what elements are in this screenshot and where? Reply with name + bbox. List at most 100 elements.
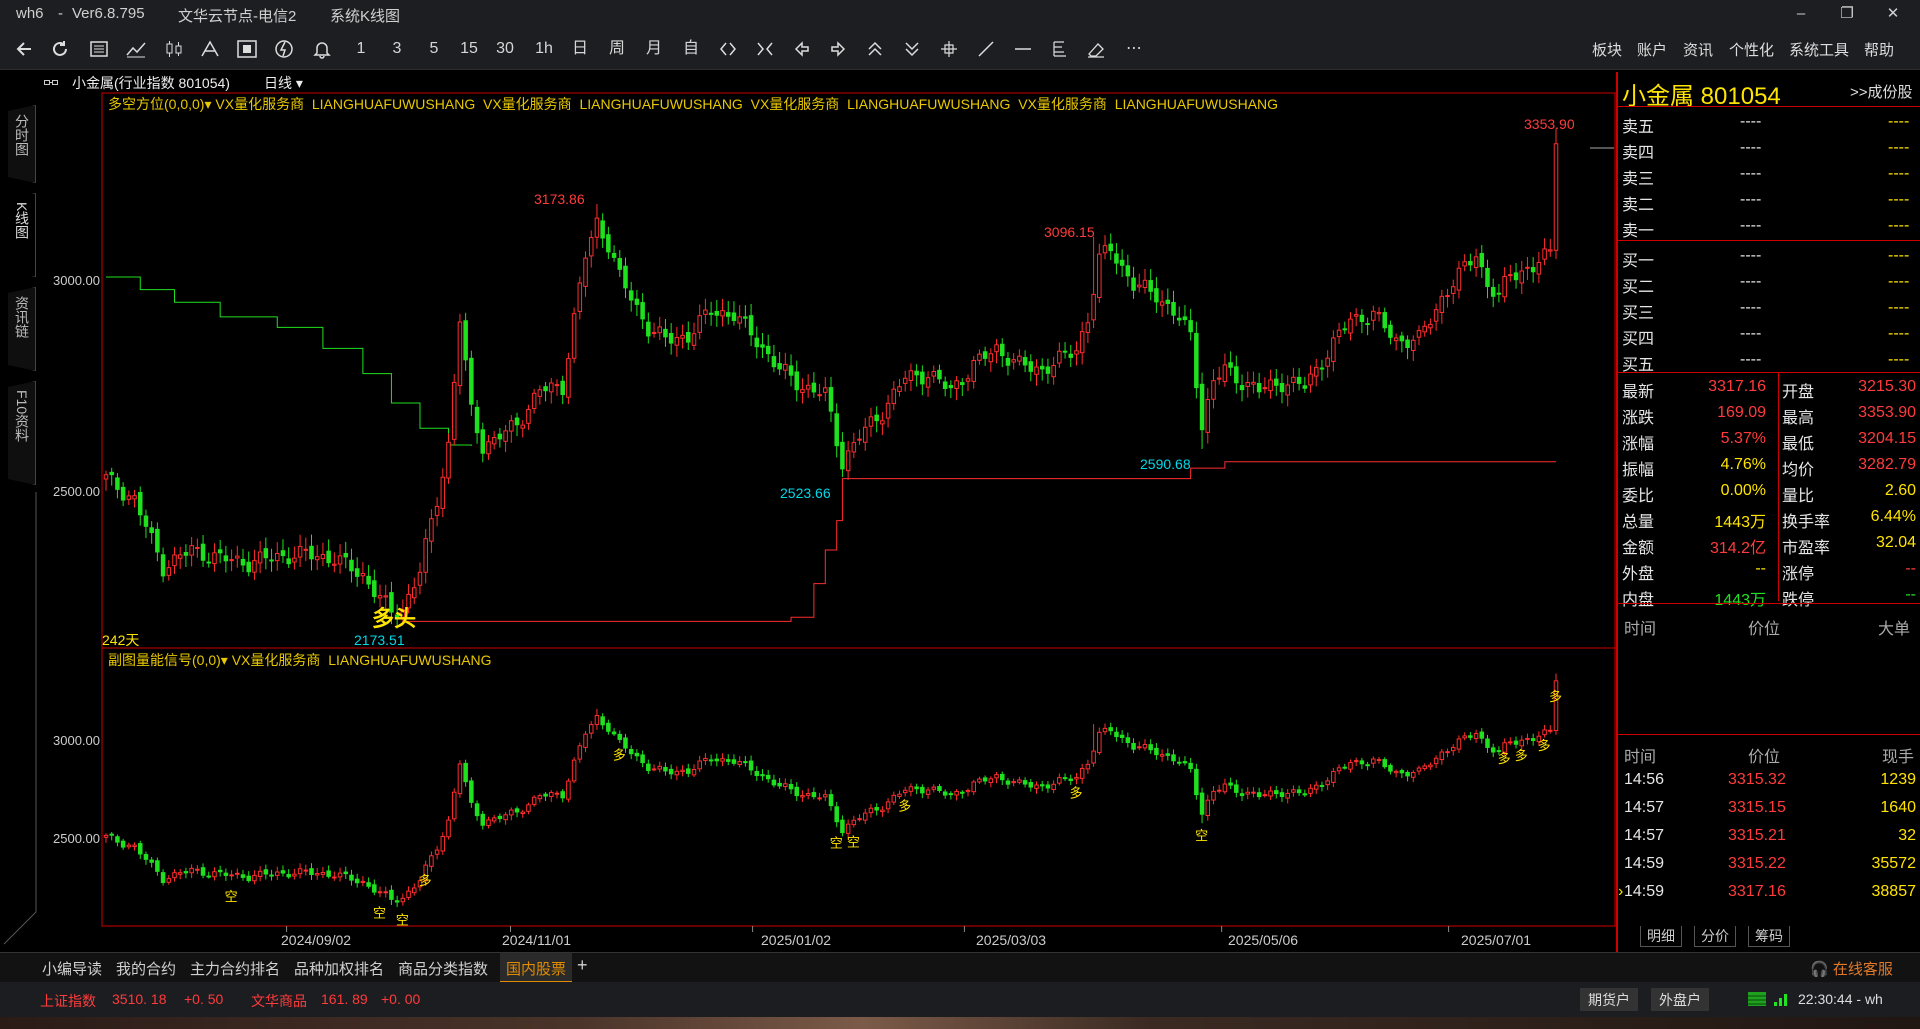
candle-body xyxy=(1513,740,1519,745)
candle-body xyxy=(885,402,891,419)
foreign-account-button[interactable]: 外盘户 xyxy=(1651,988,1709,1011)
high-label-2: 3096.15 xyxy=(1044,224,1095,240)
tab-editor-guide[interactable]: 小编导读 xyxy=(42,958,102,979)
candle-body xyxy=(1017,779,1022,783)
upper-indicator-name[interactable]: 多空方位(0,0,0) xyxy=(108,96,204,112)
candle-body xyxy=(708,759,714,762)
candle-body xyxy=(1302,793,1308,796)
candle-body xyxy=(1428,764,1433,768)
candle-body xyxy=(925,789,931,795)
candle-body xyxy=(805,793,811,796)
candle-body xyxy=(280,550,286,557)
candle-body xyxy=(840,441,845,470)
candle-body xyxy=(1017,355,1022,362)
lower-indicator-name[interactable]: 副图量能信号(0,0) xyxy=(108,652,221,668)
candle-body xyxy=(794,371,800,391)
candle-body xyxy=(885,801,891,810)
tab-main-contract-rank[interactable]: 主力合约排名 xyxy=(190,958,280,979)
candle-body xyxy=(1365,323,1370,326)
candle-body xyxy=(155,860,160,872)
col-vol: 现手 xyxy=(1882,749,1915,766)
x-tick-label: 2025/05/06 xyxy=(1228,932,1299,948)
candle-body xyxy=(537,389,543,397)
candle-body xyxy=(823,387,828,393)
tab-domestic-stocks[interactable]: 国内股票 xyxy=(500,953,573,983)
candle-body xyxy=(1296,376,1302,384)
candle-body xyxy=(902,377,908,384)
candle-body xyxy=(1068,778,1074,782)
candle-body xyxy=(1262,387,1268,390)
candle-body xyxy=(977,778,982,783)
trade-time: 14:57 xyxy=(1624,799,1665,816)
candle-body xyxy=(103,474,109,480)
candle-body xyxy=(274,552,280,562)
ask-row: 卖三 ---- ---- xyxy=(1618,162,1920,188)
candle-body xyxy=(263,548,269,559)
chart-border xyxy=(101,92,1616,927)
candle-body xyxy=(1176,317,1182,321)
divider xyxy=(1618,372,1920,373)
candle-body xyxy=(183,871,189,874)
candle-body xyxy=(1313,784,1319,790)
bid-price: ---- xyxy=(1740,273,1762,290)
candle-body xyxy=(783,363,788,371)
candle-body xyxy=(646,763,651,772)
candle-body xyxy=(115,836,120,843)
low-label-1: 2173.51 xyxy=(354,632,405,648)
candle-body xyxy=(1468,261,1473,266)
candle-body xyxy=(857,818,862,821)
candle-body xyxy=(257,551,263,564)
high-label-1: 3173.86 xyxy=(534,191,585,207)
ask-label: 卖五 xyxy=(1622,119,1655,136)
candle-body xyxy=(280,870,286,874)
ask-price: ---- xyxy=(1740,191,1762,208)
candle-body xyxy=(303,548,309,551)
candle-body xyxy=(1359,314,1365,323)
stat-row: 金额 314.2亿 市盈率 32.04 xyxy=(1618,531,1920,557)
bid-row: 买二 ---- ---- xyxy=(1618,270,1920,296)
tab-chips[interactable]: 筹码 xyxy=(1748,926,1790,947)
grid-status-icon[interactable] xyxy=(1747,991,1767,1007)
candle-body xyxy=(309,868,314,876)
candle-body xyxy=(680,334,685,339)
candle-body xyxy=(908,786,914,792)
candle-body xyxy=(960,382,965,386)
stair-line xyxy=(402,461,1556,622)
candle-body xyxy=(942,381,948,389)
candle-body xyxy=(372,884,377,893)
candle-body xyxy=(1508,274,1513,277)
candle-body xyxy=(480,429,486,454)
index1-name: 上证指数 xyxy=(40,993,96,1009)
constituents-link[interactable]: >>成份股 xyxy=(1850,81,1913,102)
stat-row: 总量 1443万 换手率 6.44% xyxy=(1618,505,1920,531)
candle-body xyxy=(594,217,600,238)
candle-body xyxy=(1296,789,1302,794)
candle-body xyxy=(383,595,388,598)
candle-body xyxy=(1308,373,1313,386)
tab-commodity-index[interactable]: 商品分类指数 xyxy=(398,958,488,979)
tab-my-contracts[interactable]: 我的合约 xyxy=(116,958,176,979)
candle-body xyxy=(109,471,114,476)
candle-body xyxy=(217,549,223,554)
candle-body xyxy=(1268,379,1273,392)
online-service-link[interactable]: 🎧 在线客服 xyxy=(1810,958,1893,979)
candle-body xyxy=(725,759,731,762)
candle-body xyxy=(577,282,583,312)
futures-account-button[interactable]: 期货户 xyxy=(1580,988,1638,1011)
candle-body xyxy=(457,321,463,387)
candle-body xyxy=(1062,350,1068,353)
candle-body xyxy=(1405,339,1410,348)
stat-label: 最新 xyxy=(1622,384,1655,401)
tab-price-dist[interactable]: 分价 xyxy=(1694,926,1736,947)
legend-item: LIANGHUAFUWUSHANG xyxy=(311,96,476,112)
candle-body xyxy=(366,882,371,887)
tab-detail[interactable]: 明细 xyxy=(1640,926,1682,947)
candle-body xyxy=(931,786,937,790)
tab-weighted-rank[interactable]: 品种加权排名 xyxy=(294,958,384,979)
candle-body xyxy=(503,814,508,821)
candle-body xyxy=(988,778,994,784)
candle-body xyxy=(434,849,440,855)
add-tab-button[interactable]: + xyxy=(577,955,588,976)
candle-body xyxy=(269,559,274,562)
candle-body xyxy=(1348,318,1353,334)
